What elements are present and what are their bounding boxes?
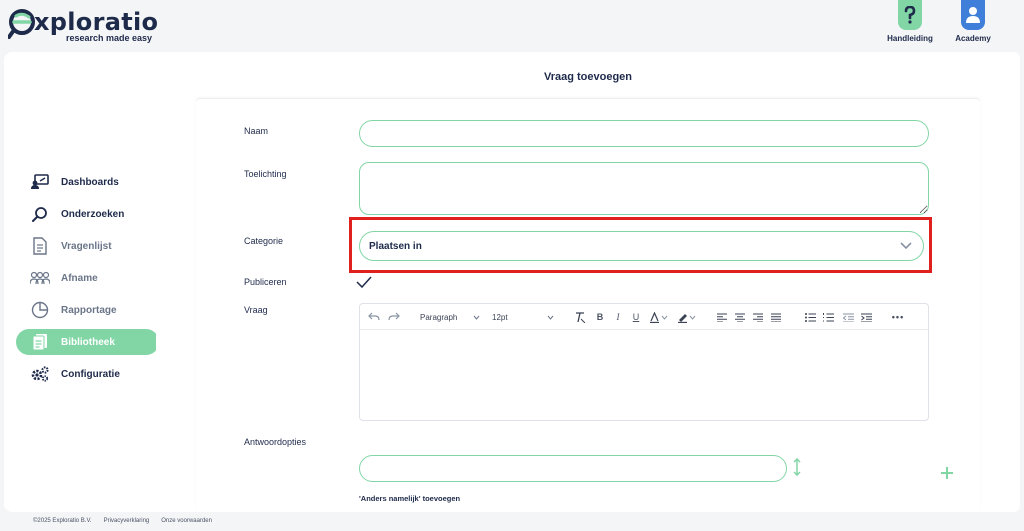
block-format-value: Paragraph: [420, 312, 458, 322]
sidebar-item-dashboards[interactable]: Dashboards: [16, 169, 159, 195]
clear-formatting-icon[interactable]: [572, 308, 588, 326]
exploratio-logo[interactable]: xploratio research made easy: [8, 6, 158, 44]
sidebar-item-rapportage[interactable]: Rapportage: [16, 297, 159, 323]
numbered-list-icon[interactable]: [820, 308, 836, 326]
text-color-icon[interactable]: [648, 308, 672, 326]
antwoordopties-label: Antwoordopties: [244, 437, 307, 447]
add-option-plus-icon[interactable]: [940, 466, 954, 480]
indent-icon[interactable]: [858, 308, 874, 326]
align-left-icon[interactable]: [714, 308, 730, 326]
sidebar-item-afname[interactable]: Afname: [16, 265, 159, 291]
highlight-color-icon[interactable]: [676, 308, 700, 326]
sidebar-item-configuratie[interactable]: Configuratie: [16, 361, 159, 387]
pie-chart-icon: [30, 300, 50, 320]
categorie-select[interactable]: Plaatsen in: [359, 231, 924, 261]
main-panel: Vraag toevoegen Naam Toelichting Categor…: [156, 52, 1020, 512]
copyright-text: ©2025 Exploratio B.V.: [33, 518, 92, 524]
publiceren-label: Publiceren: [244, 277, 287, 287]
sidebar-item-label: Configuratie: [61, 368, 120, 380]
align-center-icon[interactable]: [732, 308, 748, 326]
gears-icon: [30, 364, 50, 384]
categorie-label: Categorie: [244, 236, 284, 246]
brand-tagline: research made easy: [66, 33, 153, 43]
library-icon: [30, 332, 50, 352]
sidebar-item-label: Dashboards: [61, 176, 119, 188]
outdent-icon[interactable]: [840, 308, 856, 326]
vraag-label: Vraag: [244, 305, 268, 315]
drag-handle-icon[interactable]: [792, 458, 802, 476]
editor-toolbar: Paragraph 12pt B I U •••: [360, 304, 928, 330]
bold-icon[interactable]: B: [592, 308, 608, 326]
sidebar-item-label: Rapportage: [61, 304, 117, 316]
sidebar-item-onderzoeken[interactable]: Onderzoeken: [16, 201, 159, 227]
antwoordoptie-input[interactable]: [359, 455, 787, 482]
naam-label: Naam: [244, 126, 269, 136]
font-size-value: 12pt: [492, 312, 508, 322]
editor-content-area[interactable]: [360, 330, 928, 420]
page-title: Vraag toevoegen: [543, 71, 633, 83]
sidebar-item-label: Onderzoeken: [61, 208, 125, 220]
underline-icon[interactable]: U: [628, 308, 644, 326]
sidebar: Dashboards Onderzoeken Vragenlijst Afnam…: [4, 52, 174, 512]
dashboard-icon: [30, 172, 50, 192]
voorwaarden-link[interactable]: Onze voorwaarden: [161, 518, 212, 524]
user-icon: [966, 7, 980, 23]
document-icon: [30, 236, 50, 256]
align-justify-icon[interactable]: [768, 308, 784, 326]
bullet-list-icon[interactable]: [802, 308, 818, 326]
search-icon: [30, 204, 50, 224]
sidebar-item-vragenlijst[interactable]: Vragenlijst: [16, 233, 159, 259]
categorie-selected-value: Plaatsen in: [369, 240, 422, 252]
chevron-down-icon: [473, 315, 480, 320]
question-mark-icon: [904, 6, 916, 24]
align-right-icon[interactable]: [750, 308, 766, 326]
anders-namelijk-toevoegen-link[interactable]: 'Anders namelijk' toevoegen: [359, 494, 460, 503]
vraag-rich-text-editor: Paragraph 12pt B I U •••: [359, 303, 929, 421]
brand-name: xploratio: [34, 8, 159, 36]
sidebar-item-label: Bibliotheek: [61, 336, 115, 348]
academy-label: Academy: [955, 34, 991, 43]
chevron-down-icon: [900, 242, 912, 250]
font-size-select[interactable]: 12pt: [488, 308, 558, 326]
publiceren-checkbox[interactable]: [356, 276, 372, 288]
block-format-select[interactable]: Paragraph: [416, 308, 484, 326]
sidebar-item-bibliotheek[interactable]: Bibliotheek: [16, 329, 159, 355]
footer: ©2025 Exploratio B.V. Privacyverklaring …: [33, 518, 212, 524]
chevron-down-icon: [547, 315, 554, 320]
redo-icon[interactable]: [386, 308, 402, 326]
people-icon: [30, 268, 50, 288]
academy-button[interactable]: Academy: [943, 0, 1003, 46]
toelichting-textarea[interactable]: [359, 162, 929, 215]
italic-icon[interactable]: I: [610, 308, 626, 326]
sidebar-item-label: Afname: [61, 272, 98, 284]
undo-icon[interactable]: [366, 308, 382, 326]
handleiding-label: Handleiding: [887, 34, 933, 43]
naam-input[interactable]: [359, 120, 929, 147]
academy-tile: [961, 0, 985, 30]
more-options-icon[interactable]: •••: [890, 308, 906, 326]
sidebar-item-label: Vragenlijst: [61, 240, 112, 252]
toelichting-label: Toelichting: [244, 169, 287, 179]
handleiding-button[interactable]: Handleiding: [880, 0, 940, 46]
handleiding-tile: [898, 0, 922, 30]
privacyverklaring-link[interactable]: Privacyverklaring: [104, 518, 150, 524]
top-bar: xploratio research made easy Handleiding…: [0, 0, 1024, 48]
